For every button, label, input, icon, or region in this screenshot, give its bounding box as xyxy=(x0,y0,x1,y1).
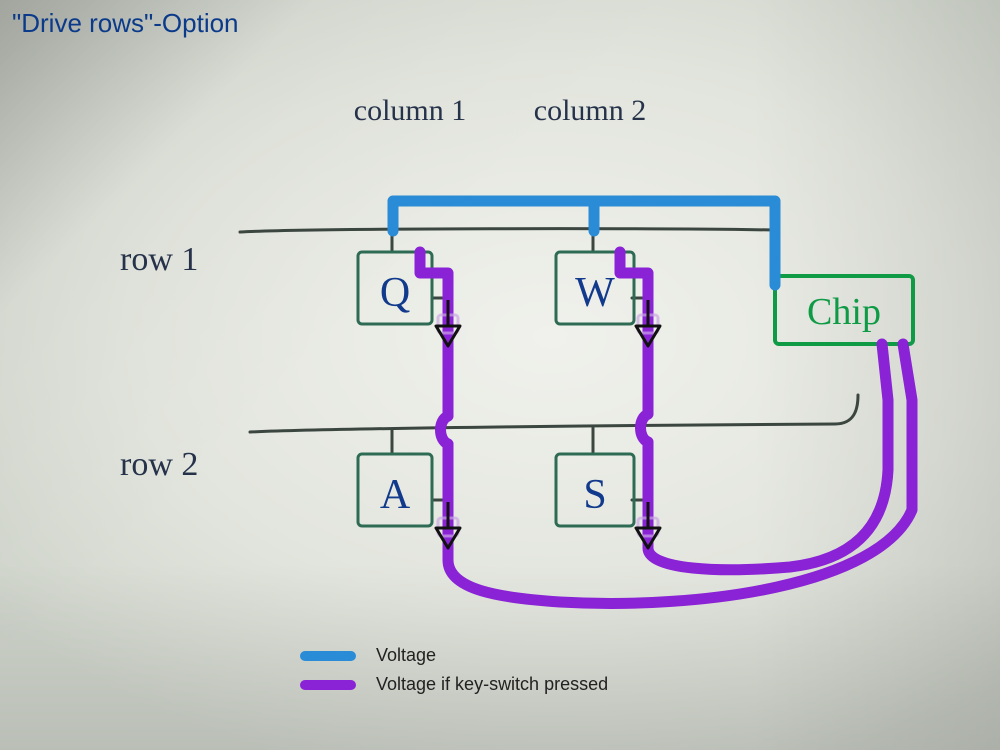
row2-wire xyxy=(250,395,858,432)
legend-swatch-purple xyxy=(300,680,356,690)
key-s-label: S xyxy=(583,472,606,518)
key-q-label: Q xyxy=(380,270,410,316)
diode-arrows xyxy=(436,300,660,548)
col1-label: column 1 xyxy=(354,94,467,127)
chip-label: Chip xyxy=(807,291,881,333)
col2-label: column 2 xyxy=(534,94,647,127)
legend-voltage-label: Voltage xyxy=(376,645,436,666)
sense-col2-lower xyxy=(648,344,888,570)
legend-voltage-pressed: Voltage if key-switch pressed xyxy=(300,674,608,695)
legend-swatch-blue xyxy=(300,651,356,661)
key-w-label: W xyxy=(575,270,615,316)
legend-voltage-pressed-label: Voltage if key-switch pressed xyxy=(376,674,608,695)
chip: Chip xyxy=(775,276,913,344)
key-boxes: Q W A S xyxy=(358,252,634,526)
row1-wire xyxy=(240,229,775,232)
row2-label: row 2 xyxy=(120,446,198,483)
legend-voltage: Voltage xyxy=(300,645,608,666)
matrix-diagram: column 1 column 2 row 1 row 2 Q W A xyxy=(0,0,1000,750)
row-labels: row 1 row 2 xyxy=(120,241,198,483)
column-headers: column 1 column 2 xyxy=(354,94,647,127)
row-wires xyxy=(240,229,858,432)
key-to-column-stubs xyxy=(432,298,648,520)
key-a-label: A xyxy=(380,472,411,518)
row1-label: row 1 xyxy=(120,241,198,278)
legend: Voltage Voltage if key-switch pressed xyxy=(300,645,608,703)
